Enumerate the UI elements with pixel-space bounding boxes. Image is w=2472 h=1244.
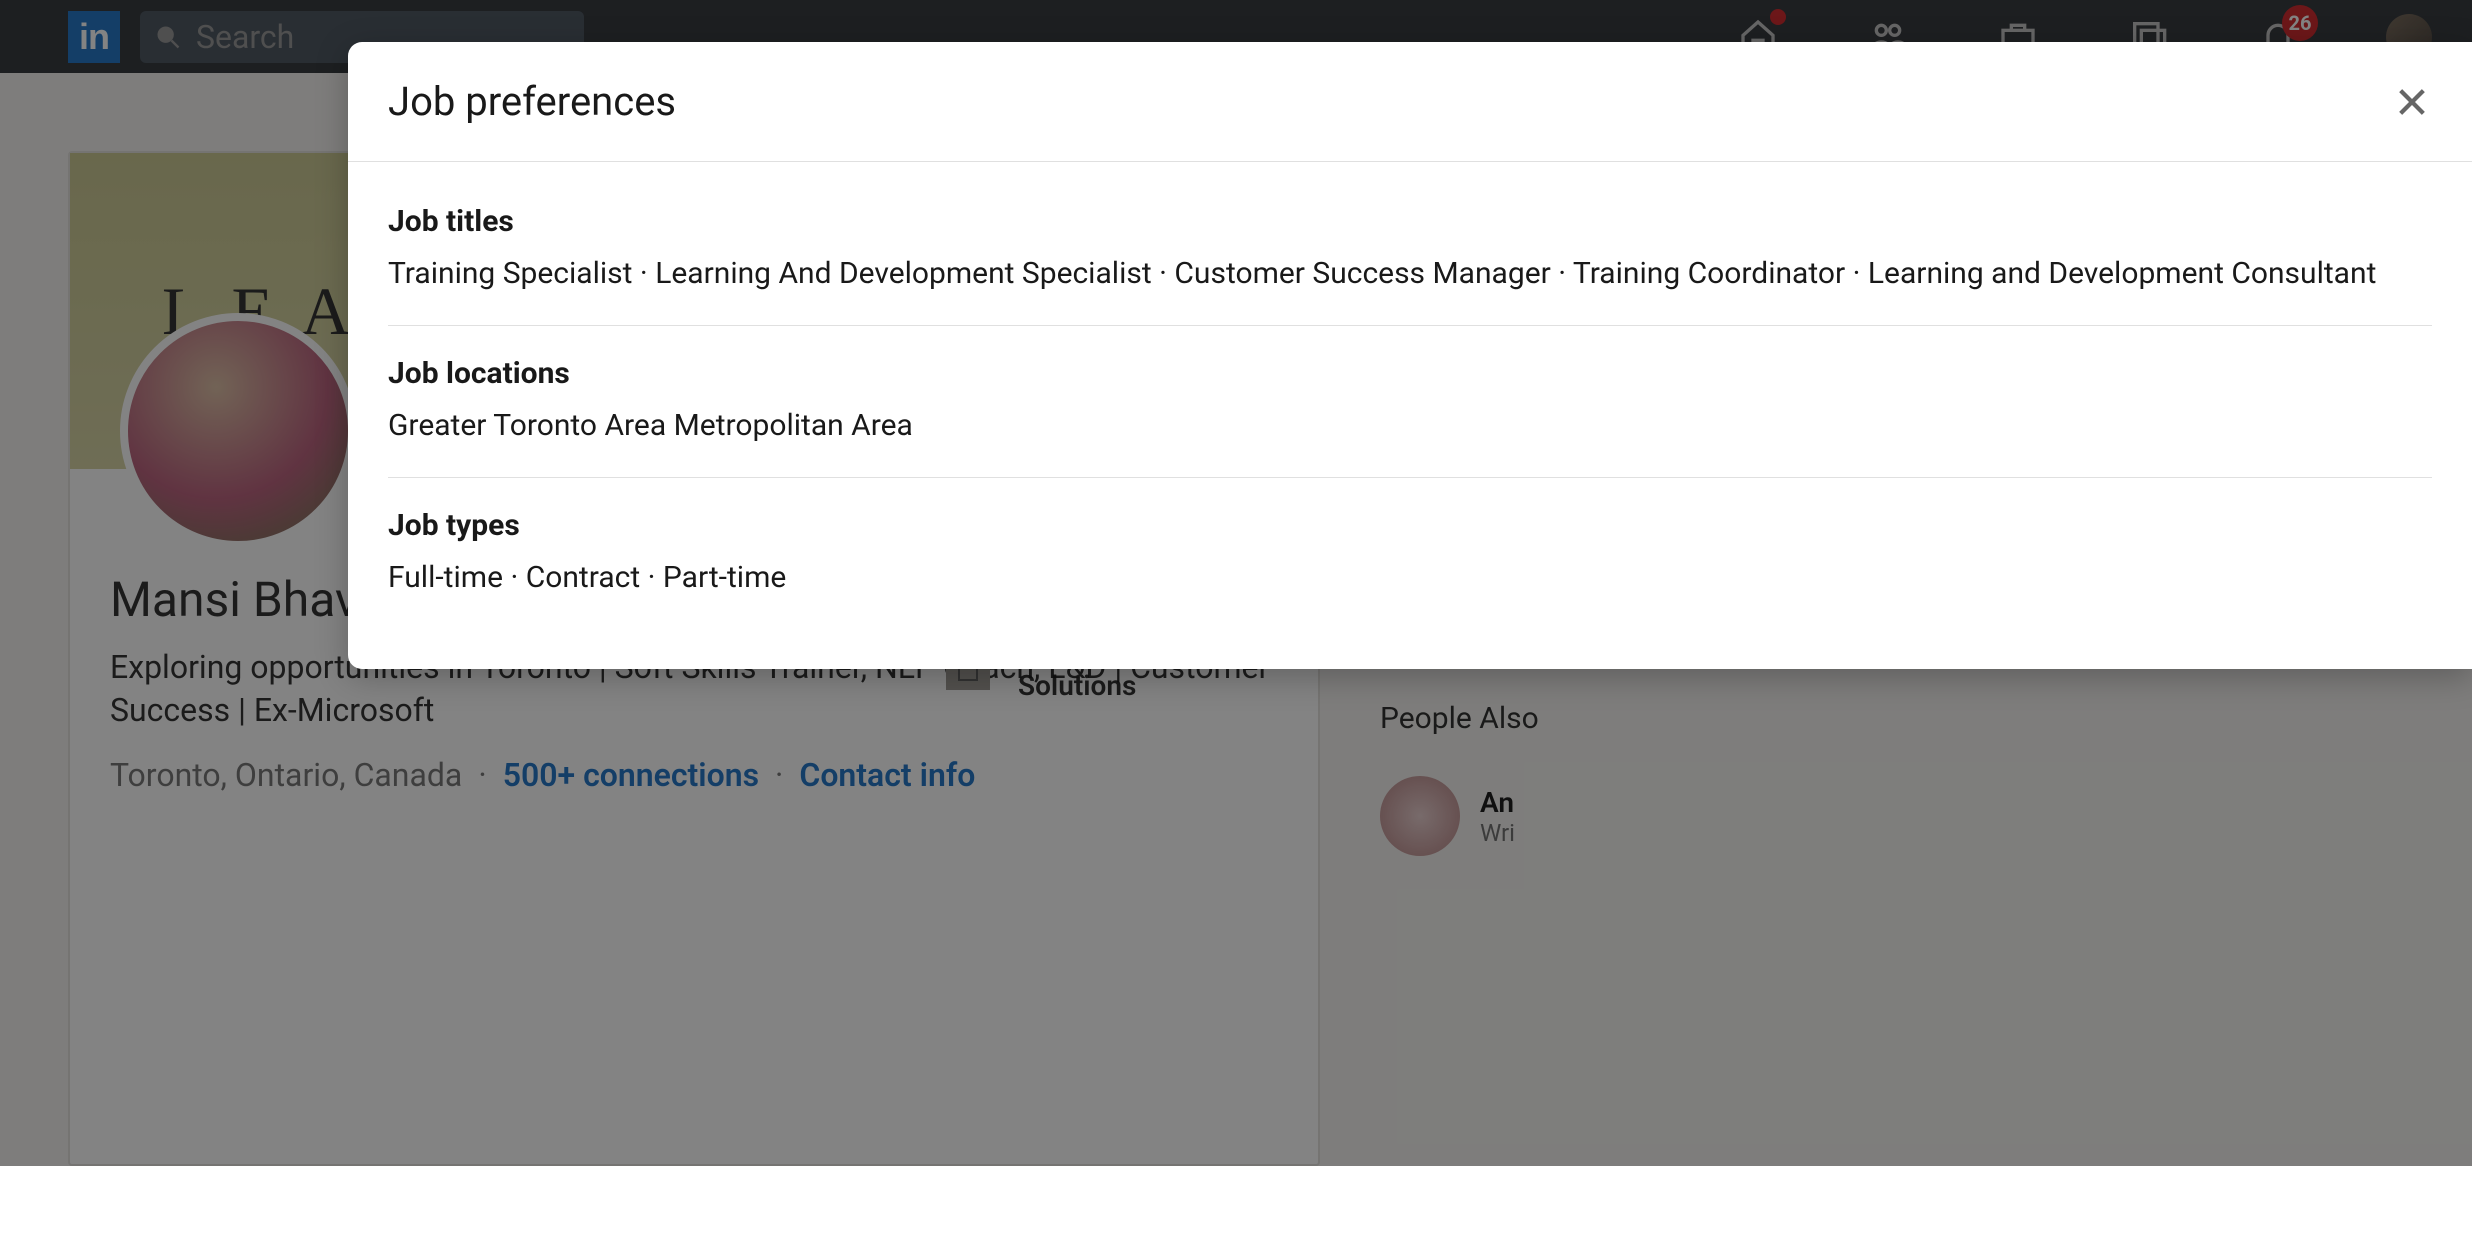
close-icon: [2395, 85, 2429, 119]
modal-title: Job preferences: [388, 78, 676, 125]
job-locations-value: Greater Toronto Area Metropolitan Area: [388, 405, 2432, 447]
job-types-value: Full-time · Contract · Part-time: [388, 557, 2432, 599]
job-titles-value: Training Specialist · Learning And Devel…: [388, 253, 2432, 295]
job-locations-label: Job locations: [388, 356, 2432, 391]
close-button[interactable]: [2392, 82, 2432, 122]
job-types-section: Job types Full-time · Contract · Part-ti…: [388, 478, 2432, 629]
job-types-label: Job types: [388, 508, 2432, 543]
job-titles-label: Job titles: [388, 204, 2432, 239]
job-preferences-modal: Job preferences Job titles Training Spec…: [348, 42, 2472, 669]
job-titles-section: Job titles Training Specialist · Learnin…: [388, 174, 2432, 326]
job-locations-section: Job locations Greater Toronto Area Metro…: [388, 326, 2432, 478]
